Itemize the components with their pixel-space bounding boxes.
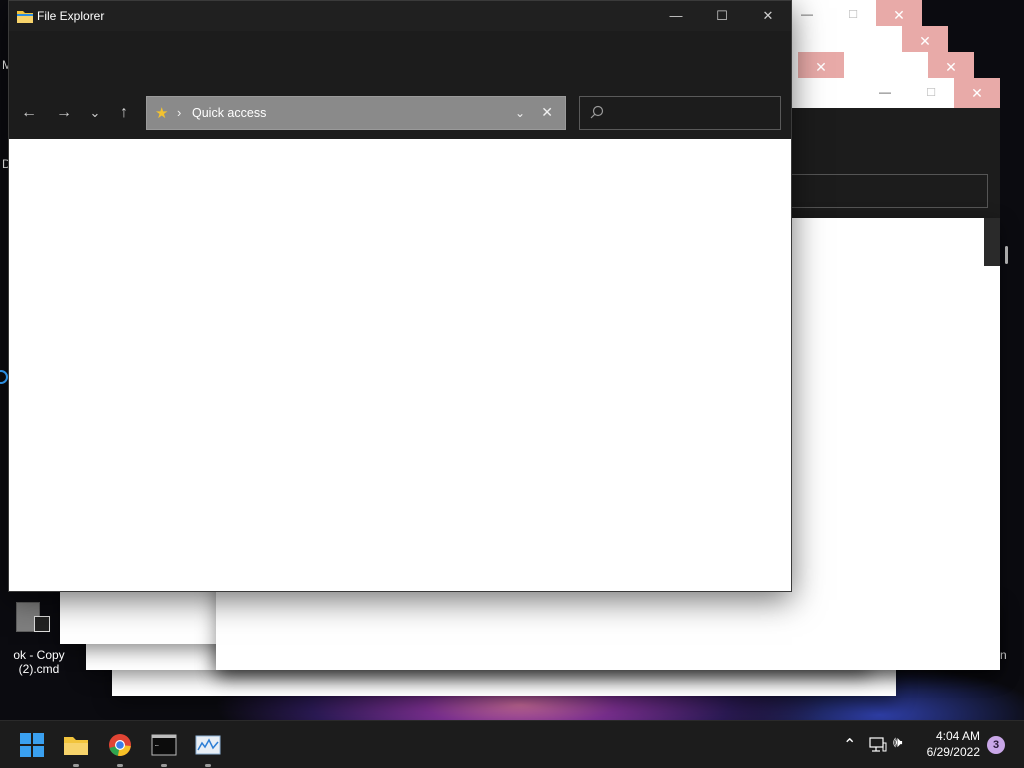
chevron-up-icon[interactable]: ⌃	[843, 735, 856, 755]
ghost-search-box[interactable]	[786, 174, 988, 208]
recent-locations-button[interactable]: ⌄	[81, 99, 109, 127]
desktop-shortcut[interactable]: ok - Copy (2).cmd	[6, 596, 72, 676]
search-input[interactable]	[579, 96, 781, 130]
start-button[interactable]	[16, 729, 48, 761]
desktop-shortcut-label: (2).cmd	[18, 662, 60, 676]
close-button[interactable]: ✕	[954, 78, 1000, 108]
desktop: M D n — ☐ ✕ ✕ ✕ ✕ — ☐ ✕ ok - Copy (2).cm…	[0, 0, 1024, 720]
windows-logo-icon	[20, 733, 44, 757]
back-button[interactable]: ←	[15, 99, 43, 127]
file-explorer-window[interactable]: File Explorer — ☐ ✕ ← → ⌄ ↑ ★ › Quick ac…	[8, 0, 792, 592]
desktop-edge-text: n	[1000, 648, 1007, 662]
running-indicator	[117, 764, 123, 767]
running-indicator	[161, 764, 167, 767]
terminal-icon: …	[151, 734, 177, 756]
chrome-icon	[109, 734, 131, 756]
taskbar-chrome[interactable]	[104, 729, 136, 767]
chevron-down-icon[interactable]: ⌄	[515, 106, 525, 120]
forward-button[interactable]: →	[50, 99, 78, 127]
star-icon: ★	[155, 105, 169, 122]
shortcut-arrow-icon	[34, 616, 50, 632]
titlebar[interactable]: File Explorer — ☐ ✕	[9, 1, 791, 31]
desktop-shortcut-label: ok - Copy	[13, 648, 65, 662]
breadcrumb-quick-access[interactable]: Quick access	[192, 106, 266, 120]
file-list-area[interactable]	[9, 139, 791, 591]
maximize-button[interactable]: ☐	[908, 78, 954, 108]
taskbar-file-explorer[interactable]	[60, 729, 92, 767]
notification-badge[interactable]: 3	[987, 736, 1005, 754]
monitor-chart-icon	[195, 735, 221, 755]
clock-time[interactable]: 4:04 AM	[936, 729, 980, 743]
speaker-icon[interactable]: 🕪	[893, 734, 902, 751]
maximize-button[interactable]: ☐	[699, 1, 745, 31]
svg-text:…: …	[155, 741, 159, 748]
ghost-scrollbar-thumb[interactable]	[1005, 246, 1008, 264]
clear-address-button[interactable]: ✕	[541, 104, 553, 121]
address-bar[interactable]: ★ › Quick access ⌄ ✕	[146, 96, 566, 130]
taskbar-terminal[interactable]: …	[148, 729, 180, 767]
clock-date[interactable]: 6/29/2022	[927, 745, 980, 759]
folder-icon	[64, 737, 88, 755]
folder-icon	[17, 11, 33, 23]
minimize-button[interactable]: —	[653, 1, 699, 31]
running-indicator	[205, 764, 211, 767]
up-button[interactable]: ↑	[110, 99, 138, 127]
running-indicator	[73, 764, 79, 767]
breadcrumb-separator[interactable]: ›	[177, 105, 181, 120]
navigation-bar: ← → ⌄ ↑ ★ › Quick access ⌄ ✕	[9, 91, 791, 139]
minimize-button[interactable]: —	[862, 78, 908, 108]
close-button[interactable]: ✕	[745, 1, 791, 31]
window-title: File Explorer	[37, 9, 105, 23]
search-icon	[590, 105, 604, 119]
taskbar-resource-monitor[interactable]	[192, 729, 224, 767]
busy-cursor-icon	[0, 370, 8, 384]
taskbar: … ⌃ 🕪 4:04 AM 6/29/2022 3	[0, 720, 1024, 768]
ribbon	[9, 31, 791, 91]
network-icon[interactable]	[869, 737, 887, 753]
ghost-scroll-track	[984, 218, 1000, 266]
